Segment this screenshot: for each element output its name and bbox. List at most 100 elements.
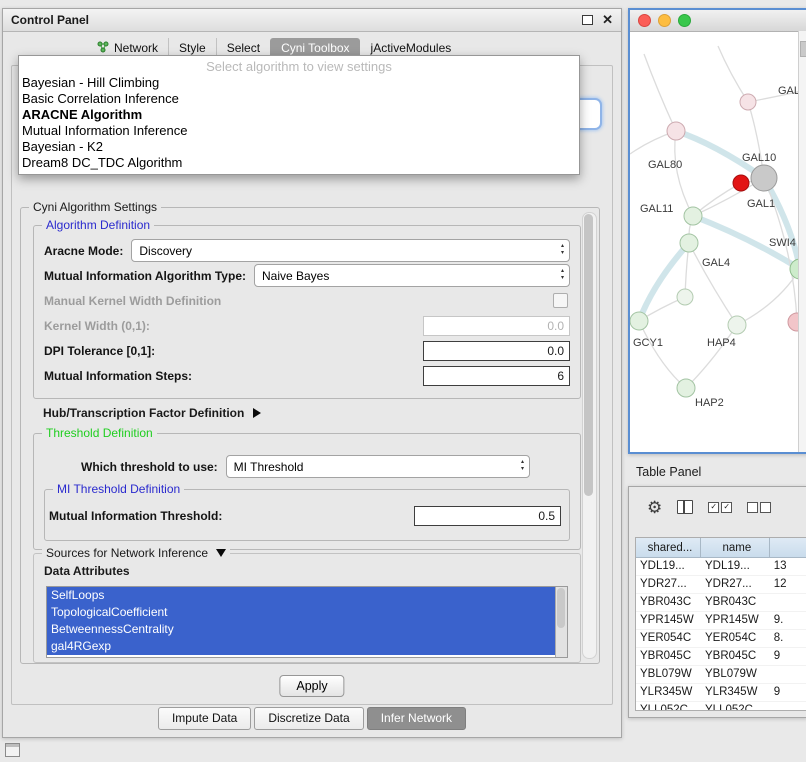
aracne-mode-select[interactable]: Discovery ▴▾	[131, 239, 570, 262]
table-row[interactable]: YBR045CYBR045C9	[636, 648, 806, 666]
settings-scrollbar-thumb[interactable]	[584, 214, 593, 496]
algorithm-option-bayesian-hill-climbing[interactable]: Bayesian - Hill Climbing	[19, 75, 579, 91]
table-header-cell[interactable]: name	[701, 538, 770, 558]
node-label-gal4: GAL4	[702, 257, 730, 269]
docked-panel-icon[interactable]	[5, 743, 20, 757]
control-panel-titlebar: Control Panel ✕	[3, 9, 621, 32]
close-icon[interactable]: ✕	[602, 15, 613, 25]
mi-threshold-row: Mutual Information Threshold: 0.5	[49, 505, 561, 527]
zoom-traffic-light-icon[interactable]	[678, 14, 691, 27]
table-cell: YPR145W	[636, 612, 701, 629]
attribute-item-betweennesscentrality[interactable]: BetweennessCentrality	[47, 621, 555, 638]
kernel-width-input[interactable]: 0.0	[423, 316, 570, 336]
window-title: Control Panel	[11, 13, 582, 27]
table-cell: YDL19...	[636, 558, 701, 575]
network-edge[interactable]	[718, 46, 748, 102]
attribute-item-selfloops[interactable]: SelfLoops	[47, 587, 555, 604]
which-threshold-row: Which threshold to use: MI Threshold ▴▾	[81, 454, 570, 479]
algorithm-option-dream8-dc-tdc-algorithm[interactable]: Dream8 DC_TDC Algorithm	[19, 155, 579, 171]
node-gcy1[interactable]	[630, 312, 648, 330]
table-cell	[770, 702, 806, 711]
node-gal8[interactable]	[740, 94, 756, 110]
tab-label: Network	[114, 41, 158, 55]
dpi-tolerance-label: DPI Tolerance [0,1]:	[44, 344, 155, 358]
mi-algorithm-select[interactable]: Naive Bayes ▴▾	[254, 264, 570, 287]
table-cell: YLL052C	[701, 702, 770, 711]
attribute-item-topologicalcoefficient[interactable]: TopologicalCoefficient	[47, 604, 555, 621]
node-hap4[interactable]	[728, 316, 746, 334]
attributes-scrollbar-thumb[interactable]	[557, 588, 565, 628]
table-cell: YBR045C	[701, 648, 770, 665]
node-gal10[interactable]	[751, 165, 777, 191]
table-cell: YBR045C	[636, 648, 701, 665]
node-gal4[interactable]	[680, 234, 698, 252]
bottom-tab-impute-data[interactable]: Impute Data	[158, 707, 251, 730]
table-body: YDL19...YDL19...13YDR27...YDR27...12YBR0…	[636, 558, 806, 711]
which-threshold-select[interactable]: MI Threshold ▴▾	[226, 455, 530, 478]
table-row[interactable]: YDL19...YDL19...13	[636, 558, 806, 576]
mi-threshold-input[interactable]: 0.5	[414, 506, 561, 526]
network-view-window: GAL8GAL80GAL10GAL1GAL11SWI4GAL4GCY1HAP4H…	[628, 8, 806, 454]
algorithm-option-basic-correlation-inference[interactable]: Basic Correlation Inference	[19, 91, 579, 107]
select-none-icon[interactable]	[747, 502, 771, 513]
network-edge[interactable]	[689, 243, 737, 325]
table-toolbar: ⚙ ✓✓	[629, 487, 806, 527]
network-canvas[interactable]: GAL8GAL80GAL10GAL1GAL11SWI4GAL4GCY1HAP4H…	[630, 32, 804, 451]
columns-icon[interactable]	[677, 500, 693, 514]
hub-tf-section-toggle[interactable]: Hub/Transcription Factor Definition	[43, 406, 261, 420]
sources-section-toggle[interactable]: Sources for Network Inference	[42, 546, 230, 560]
bottom-tab-infer-network[interactable]: Infer Network	[367, 707, 466, 730]
node-label-gal1: GAL1	[747, 198, 775, 210]
close-traffic-light-icon[interactable]	[638, 14, 651, 27]
network-edge[interactable]	[686, 325, 737, 388]
table-cell: YBR043C	[636, 594, 701, 611]
node-hap2[interactable]	[677, 379, 695, 397]
table-row[interactable]: YBL079WYBL079W	[636, 666, 806, 684]
network-edge[interactable]	[639, 243, 689, 321]
algorithm-option-bayesian-k2[interactable]: Bayesian - K2	[19, 139, 579, 155]
which-threshold-value: MI Threshold	[234, 460, 304, 474]
minimize-traffic-light-icon[interactable]	[658, 14, 671, 27]
settings-scrollbar[interactable]	[582, 212, 597, 659]
table-header-cell[interactable]	[770, 538, 806, 558]
table-row[interactable]: YLR345WYLR345W9	[636, 684, 806, 702]
node-label-hap4: HAP4	[707, 337, 736, 349]
algorithm-option-aracne-algorithm[interactable]: ARACNE Algorithm	[19, 107, 579, 123]
table-panel-title: Table Panel	[636, 465, 701, 479]
table-cell: YBL079W	[636, 666, 701, 683]
node-gal80[interactable]	[667, 122, 685, 140]
network-vertical-scrollbar[interactable]	[798, 31, 806, 452]
node-red[interactable]	[733, 175, 749, 191]
float-window-icon[interactable]	[582, 15, 593, 25]
network-scrollbar-thumb[interactable]	[800, 41, 806, 57]
node-label-gal10: GAL10	[742, 152, 776, 164]
network-edge[interactable]	[644, 54, 676, 131]
combo-arrows-icon: ▴▾	[561, 243, 564, 257]
table-row[interactable]: YER054CYER054C8.	[636, 630, 806, 648]
network-edge[interactable]	[675, 131, 693, 216]
table-row[interactable]: YBR043CYBR043C	[636, 594, 806, 612]
table-cell	[770, 594, 806, 611]
table-header-cell[interactable]: shared...	[636, 538, 701, 558]
bottom-tab-discretize-data[interactable]: Discretize Data	[254, 707, 363, 730]
algorithm-option-mutual-information-inference[interactable]: Mutual Information Inference	[19, 123, 579, 139]
network-edge[interactable]	[639, 321, 686, 388]
node-mid[interactable]	[677, 289, 693, 305]
dpi-tolerance-input[interactable]: 0.0	[423, 341, 570, 361]
table-row[interactable]: YLL052CYLL052C	[636, 702, 806, 711]
table-cell: 9	[770, 684, 806, 701]
data-attributes-list[interactable]: SelfLoopsTopologicalCoefficientBetweenne…	[46, 586, 568, 658]
attributes-scrollbar[interactable]	[555, 587, 567, 657]
manual-kernel-checkbox[interactable]	[553, 293, 568, 308]
select-all-icon[interactable]: ✓✓	[708, 502, 732, 513]
gear-icon[interactable]: ⚙	[647, 499, 662, 516]
attribute-item-gal4rgexp[interactable]: gal4RGexp	[47, 638, 555, 655]
mi-steps-input[interactable]: 6	[423, 366, 570, 386]
table-row[interactable]: YPR145WYPR145W9.	[636, 612, 806, 630]
tab-label: Cyni Toolbox	[281, 41, 349, 55]
data-attributes-label: Data Attributes	[44, 564, 130, 578]
table-row[interactable]: YDR27...YDR27...12	[636, 576, 806, 594]
table-cell: YER054C	[636, 630, 701, 647]
apply-button[interactable]: Apply	[279, 675, 344, 697]
node-gal11[interactable]	[684, 207, 702, 225]
